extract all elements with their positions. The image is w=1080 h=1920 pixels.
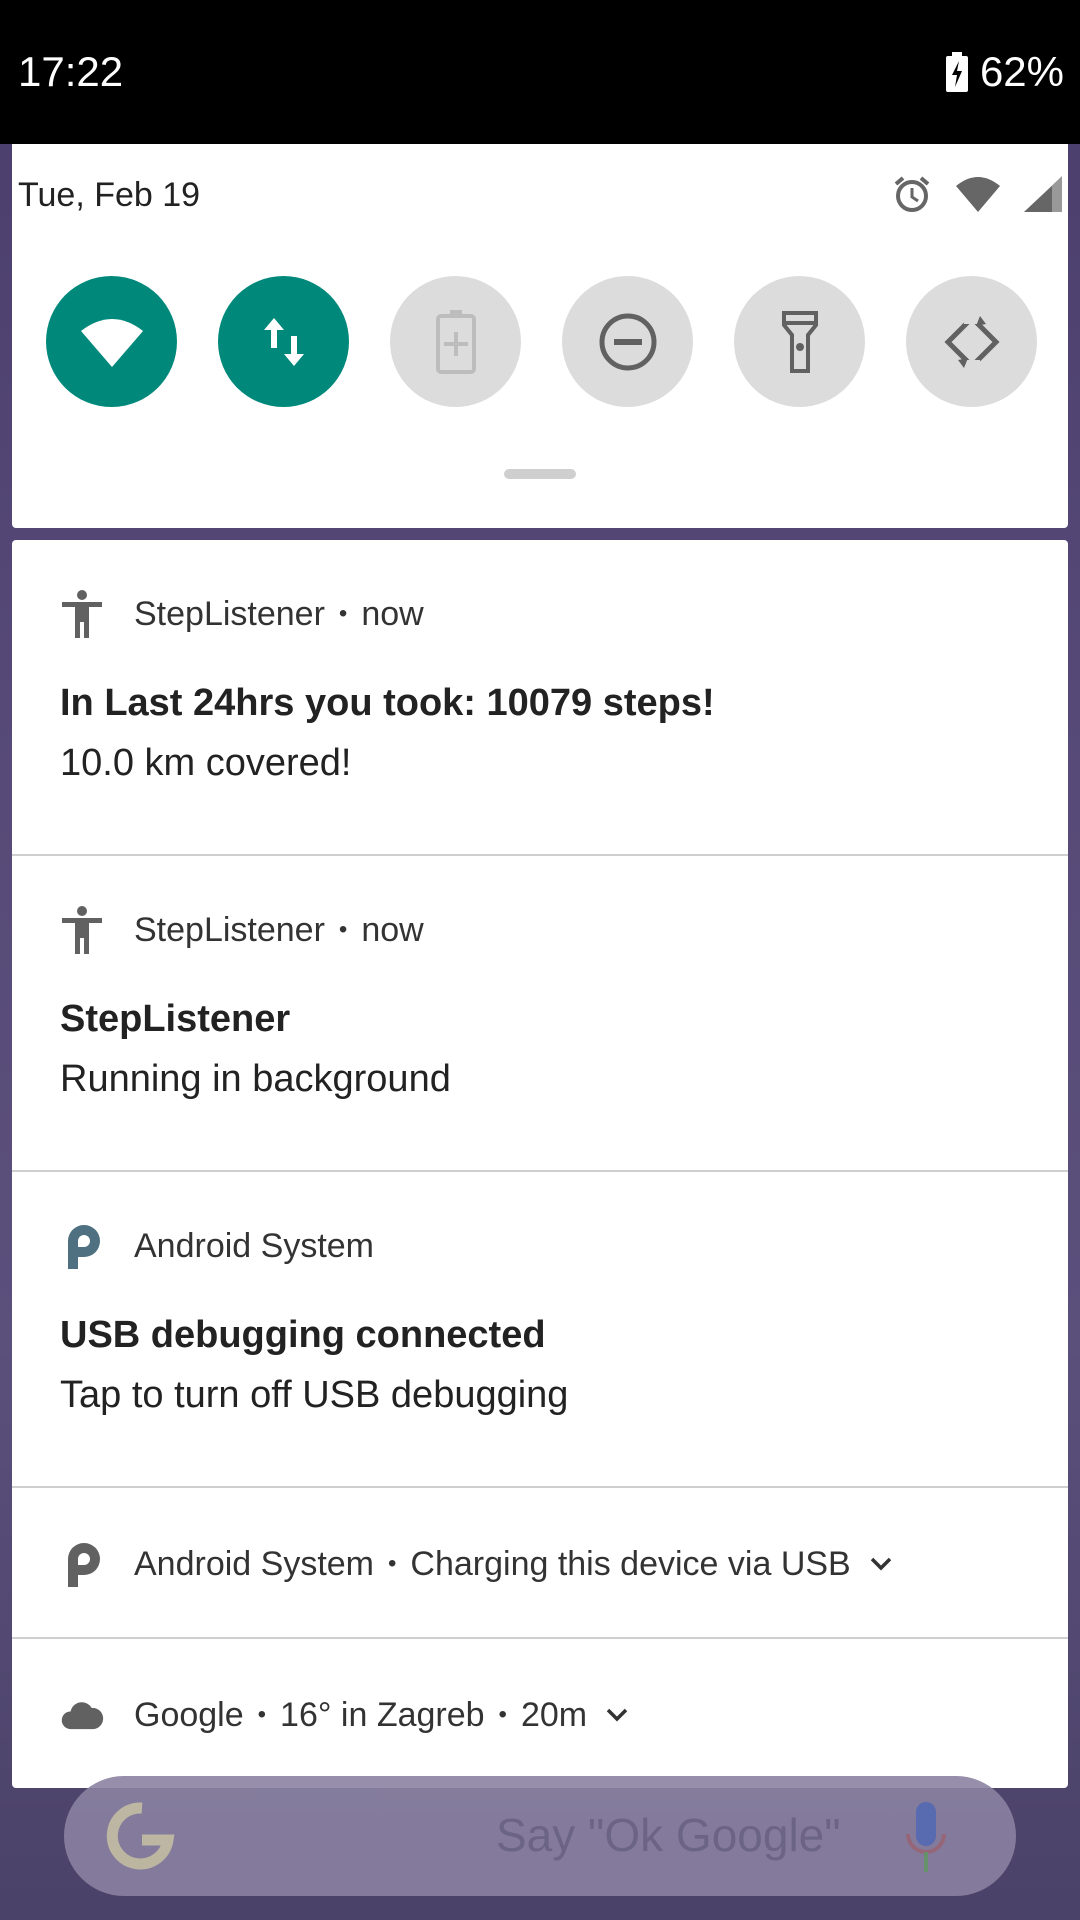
battery-indicator: 62% xyxy=(945,48,1064,96)
battery-percent: 62% xyxy=(979,48,1064,95)
alarm-icon xyxy=(894,176,930,212)
search-hint: Say "Ok Google" xyxy=(496,1809,841,1861)
status-bar: 17:22 62% xyxy=(0,0,1080,144)
android-p-icon xyxy=(60,1540,104,1588)
do-not-disturb-icon xyxy=(599,313,656,370)
app-name: Google xyxy=(134,1695,244,1734)
app-name: Android System xyxy=(134,1544,374,1583)
notification-header: Android System • Charging this device vi… xyxy=(60,1540,893,1588)
notification-steplistener-running[interactable]: StepListener • now StepListener Running … xyxy=(12,856,1068,1172)
notification-summary: 16° in Zagreb xyxy=(280,1695,485,1734)
app-name: StepListener xyxy=(134,910,325,949)
flashlight-icon xyxy=(781,310,818,373)
notification-title: USB debugging connected xyxy=(60,1314,546,1356)
cloud-icon xyxy=(60,1691,104,1739)
notification-usb-charging[interactable]: Android System • Charging this device vi… xyxy=(12,1488,1068,1639)
notification-text: Tap to turn off USB debugging xyxy=(60,1374,569,1416)
notification-steplistener-steps[interactable]: StepListener • now In Last 24hrs you too… xyxy=(12,540,1068,856)
tile-wifi[interactable] xyxy=(46,276,177,407)
drag-handle[interactable] xyxy=(504,469,576,479)
tile-mobile-data[interactable] xyxy=(218,276,349,407)
battery-plus-icon xyxy=(435,309,476,374)
android-p-icon xyxy=(60,1222,104,1270)
date-label: Tue, Feb 19 xyxy=(18,176,201,214)
wifi-icon xyxy=(80,318,143,367)
notification-list: StepListener • now In Last 24hrs you too… xyxy=(12,540,1068,1788)
notification-text: 10.0 km covered! xyxy=(60,742,352,784)
notification-title: In Last 24hrs you took: 10079 steps! xyxy=(60,682,715,724)
notification-header: Google • 16° in Zagreb • 20m xyxy=(60,1691,629,1739)
clock: 17:22 xyxy=(18,48,124,95)
notification-time: now xyxy=(361,594,424,633)
notification-header: Android System xyxy=(60,1222,374,1270)
tile-do-not-disturb[interactable] xyxy=(562,276,693,407)
separator-dot: • xyxy=(338,916,348,943)
auto-rotate-icon xyxy=(943,311,1000,372)
notification-summary: Charging this device via USB xyxy=(410,1544,851,1583)
google-g-icon xyxy=(106,1802,175,1870)
notification-usb-debugging[interactable]: Android System USB debugging connected T… xyxy=(12,1172,1068,1488)
notification-google-weather[interactable]: Google • 16° in Zagreb • 20m xyxy=(12,1639,1068,1788)
separator-dot: • xyxy=(257,1701,267,1728)
data-transfer-icon xyxy=(263,317,304,366)
app-name: StepListener xyxy=(134,594,325,633)
google-search-bar[interactable]: Say "Ok Google" xyxy=(64,1776,1016,1896)
mic-icon[interactable] xyxy=(904,1802,948,1872)
separator-dot: • xyxy=(338,600,348,627)
separator-dot: • xyxy=(498,1701,507,1728)
accessibility-icon xyxy=(60,590,104,638)
cell-signal-icon xyxy=(1024,176,1062,212)
notification-time: now xyxy=(361,910,424,949)
chevron-down-icon[interactable] xyxy=(869,1556,893,1572)
tile-flashlight[interactable] xyxy=(734,276,865,407)
accessibility-icon xyxy=(60,906,104,954)
tile-battery-saver[interactable] xyxy=(390,276,521,407)
status-icons xyxy=(892,174,1062,214)
notification-header: StepListener • now xyxy=(60,906,424,954)
notification-time: 20m xyxy=(520,1695,588,1734)
notification-header: StepListener • now xyxy=(60,590,424,638)
wifi-icon xyxy=(956,177,1000,212)
notification-text: Running in background xyxy=(60,1058,451,1100)
battery-charging-icon xyxy=(945,52,968,92)
chevron-down-icon[interactable] xyxy=(605,1707,629,1723)
separator-dot: • xyxy=(388,1550,397,1577)
notification-title: StepListener xyxy=(60,998,291,1040)
tile-auto-rotate[interactable] xyxy=(906,276,1037,407)
quick-settings-panel: Tue, Feb 19 xyxy=(12,144,1068,528)
app-name: Android System xyxy=(134,1226,374,1265)
quick-settings-tiles xyxy=(46,276,1037,407)
